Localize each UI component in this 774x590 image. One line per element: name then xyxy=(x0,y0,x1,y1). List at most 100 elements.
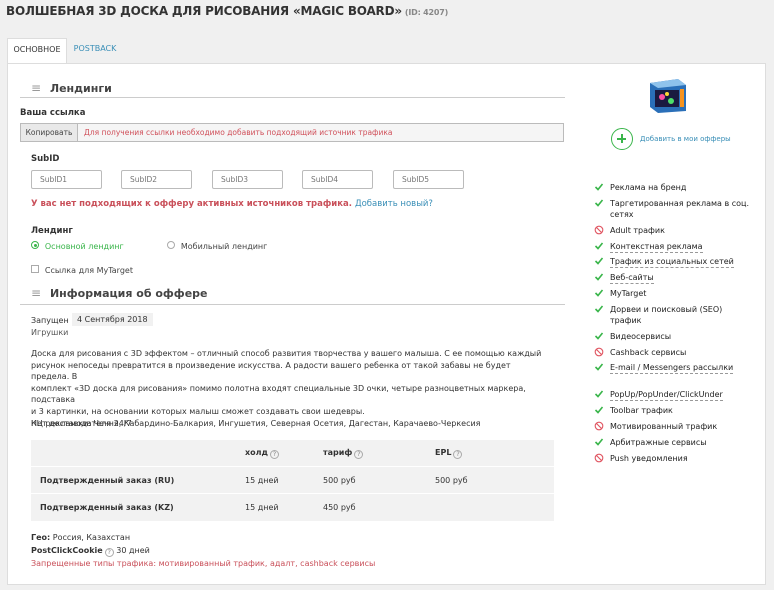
forbidden-icon xyxy=(594,421,604,431)
traffic-item-label: Toolbar трафик xyxy=(610,406,673,416)
forbidden-traffic: Запрещенные типы трафика: мотивированный… xyxy=(31,559,376,568)
list-icon: ≡ xyxy=(31,81,42,95)
radio-main-label: Основной лендинг xyxy=(44,242,124,251)
check-icon xyxy=(594,437,604,447)
check-icon xyxy=(594,405,604,415)
product-image xyxy=(646,75,690,115)
header-epl-label: EPL xyxy=(435,448,452,457)
offer-info-section-header: ≡ Информация об оффере xyxy=(31,286,208,300)
header-epl: EPL? xyxy=(435,448,463,459)
add-source-link[interactable]: Добавить новый? xyxy=(355,199,433,209)
traffic-item-label[interactable]: Контекстная реклама xyxy=(610,241,703,253)
check-icon xyxy=(594,241,604,251)
traffic-item-label: MyTarget xyxy=(610,289,647,298)
payout-table: холд? тариф? EPL? Подтвержденный заказ (… xyxy=(31,440,554,521)
subid5-input[interactable] xyxy=(393,170,464,189)
offer-description: Доска для рисования с 3D эффектом – отли… xyxy=(31,348,551,429)
tab-postback[interactable]: POSTBACK xyxy=(67,38,123,62)
radio-mobile-indicator[interactable] xyxy=(167,241,175,249)
radio-main-landing[interactable]: Основной лендинг xyxy=(31,241,124,252)
table-row-name: Подтвержденный заказ (KZ) xyxy=(40,503,174,512)
check-icon xyxy=(594,182,604,192)
your-link-label: Ваша ссылка xyxy=(20,108,86,118)
description-line: комплект «3D доска для рисования» помимо… xyxy=(31,383,526,405)
warning-text: У вас нет подходящих к офферу активных и… xyxy=(31,199,352,209)
traffic-item-label: Видеосервисы xyxy=(610,331,672,341)
traffic-item-label: Cashback сервисы xyxy=(610,347,687,357)
list-icon: ≡ xyxy=(31,286,42,300)
check-icon xyxy=(594,256,604,266)
add-to-offers-icon[interactable] xyxy=(611,128,633,150)
page-title: ВОЛШЕБНАЯ 3D ДОСКА ДЛЯ РИСОВАНИЯ «MAGIC … xyxy=(6,4,448,18)
forbidden-icon xyxy=(594,453,604,463)
offer-title: ВОЛШЕБНАЯ 3D ДОСКА ДЛЯ РИСОВАНИЯ «MAGIC … xyxy=(6,4,402,18)
forbidden-icon xyxy=(594,347,604,357)
subid4-input[interactable] xyxy=(302,170,373,189)
offer-id: (ID: 4207) xyxy=(404,8,449,17)
check-icon xyxy=(594,198,604,208)
table-cell-tariff: 500 руб xyxy=(323,476,356,485)
landings-section-header: ≡ Лендинги xyxy=(31,81,112,95)
traffic-item-label: Дорвеи и поисковый (SEO) трафик xyxy=(610,304,723,325)
pcc-line: PostClickCookie? 30 дней xyxy=(31,546,150,557)
mytarget-checkbox[interactable]: Ссылка для MyTarget xyxy=(31,265,133,276)
divider xyxy=(20,304,565,305)
traffic-item-label[interactable]: E-mail / Messengers рассылки xyxy=(610,362,734,375)
help-icon[interactable]: ? xyxy=(354,450,364,459)
traffic-item-label: Adult трафик xyxy=(610,225,665,235)
radio-main-indicator[interactable] xyxy=(31,241,39,249)
check-icon xyxy=(594,389,604,399)
traffic-item-label[interactable]: Веб-сайты xyxy=(610,272,654,285)
header-hold: холд? xyxy=(245,448,279,459)
landing-label: Лендинг xyxy=(31,226,73,236)
check-icon xyxy=(594,288,604,298)
offer-category: Игрушки xyxy=(31,328,69,337)
table-divider xyxy=(31,466,554,467)
mytarget-label: Ссылка для MyTarget xyxy=(44,266,133,275)
traffic-item-label: Push уведомления xyxy=(610,453,688,463)
mytarget-checkbox-box[interactable] xyxy=(31,265,39,273)
traffic-item-label[interactable]: PopUp/PopUnder/ClickUnder xyxy=(610,389,723,402)
geo-value: Россия, Казахстан xyxy=(52,533,131,542)
tab-main[interactable]: ОСНОВНОЕ xyxy=(7,38,67,64)
check-icon xyxy=(594,362,604,372)
check-icon xyxy=(594,331,604,341)
description-line: рисунок непоседы превратится в произведе… xyxy=(31,360,511,382)
offer-info-title: Информация об оффере xyxy=(49,287,208,300)
traffic-item-label[interactable]: Трафик из социальных сетей xyxy=(610,256,734,269)
no-sources-warning: У вас нет подходящих к офферу активных и… xyxy=(31,199,433,209)
table-cell-hold: 15 дней xyxy=(245,503,279,512)
no-delivery-text: Нет доставки: Чечня, Кабардино-Балкария,… xyxy=(31,419,481,428)
link-message: Для получения ссылки необходимо добавить… xyxy=(84,128,393,137)
description-line: Доска для рисования с 3D эффектом – отли… xyxy=(31,349,542,358)
link-field: Копировать Для получения ссылки необходи… xyxy=(20,123,564,142)
radio-mobile-landing[interactable]: Мобильный лендинг xyxy=(167,241,267,252)
traffic-item-label: Реклама на бренд xyxy=(610,183,687,192)
pcc-value: 30 дней xyxy=(116,546,150,555)
subid3-input[interactable] xyxy=(212,170,283,189)
geo-line: Гео: Россия, Казахстан xyxy=(31,533,130,542)
help-icon[interactable]: ? xyxy=(104,548,114,557)
table-cell-hold: 15 дней xyxy=(245,476,279,485)
table-cell-epl: 500 руб xyxy=(435,476,468,485)
description-line: и 3 картинки, на основании которых малыш… xyxy=(31,406,365,416)
divider xyxy=(20,97,565,98)
add-to-offers-link[interactable]: Добавить в мои офферы xyxy=(640,135,731,143)
help-icon[interactable]: ? xyxy=(453,450,463,459)
forbidden-icon xyxy=(594,225,604,235)
landings-section-title: Лендинги xyxy=(49,82,112,95)
subid1-input[interactable] xyxy=(31,170,102,189)
geo-label: Гео: xyxy=(31,533,51,542)
launched-label: Запущен xyxy=(31,316,69,325)
table-divider xyxy=(31,493,554,494)
subid2-input[interactable] xyxy=(121,170,192,189)
header-tariff-label: тариф xyxy=(323,448,353,457)
radio-mobile-label: Мобильный лендинг xyxy=(180,242,268,251)
traffic-item-label: Арбитражные сервисы xyxy=(610,437,707,447)
launched-date: 4 Сентября 2018 xyxy=(72,313,153,326)
header-hold-label: холд xyxy=(245,448,268,457)
copy-button[interactable]: Копировать xyxy=(21,124,78,141)
subid-label: SubID xyxy=(31,154,60,164)
check-icon xyxy=(594,272,604,282)
help-icon[interactable]: ? xyxy=(269,450,279,459)
